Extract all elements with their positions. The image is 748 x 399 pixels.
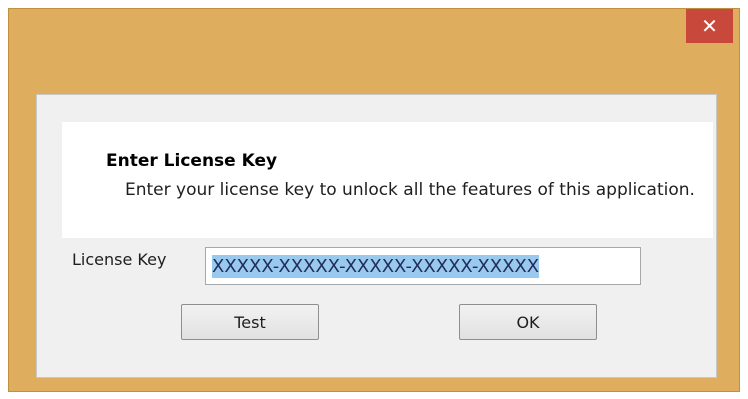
license-dialog-window: ✕ Enter License Key Enter your license k…	[8, 8, 740, 392]
close-icon: ✕	[701, 14, 718, 38]
license-key-value: XXXXX-XXXXX-XXXXX-XXXXX-XXXXX	[212, 254, 540, 278]
dialog-heading: Enter License Key	[106, 151, 278, 171]
test-button[interactable]: Test	[181, 304, 319, 340]
license-key-label: License Key	[72, 250, 167, 269]
header-panel: Enter License Key Enter your license key…	[62, 122, 713, 238]
license-key-input[interactable]: XXXXX-XXXXX-XXXXX-XXXXX-XXXXX	[205, 247, 641, 285]
dialog-description: Enter your license key to unlock all the…	[125, 180, 695, 200]
ok-button[interactable]: OK	[459, 304, 597, 340]
close-button[interactable]: ✕	[686, 9, 733, 43]
dialog-client-area: Enter License Key Enter your license key…	[36, 94, 717, 378]
